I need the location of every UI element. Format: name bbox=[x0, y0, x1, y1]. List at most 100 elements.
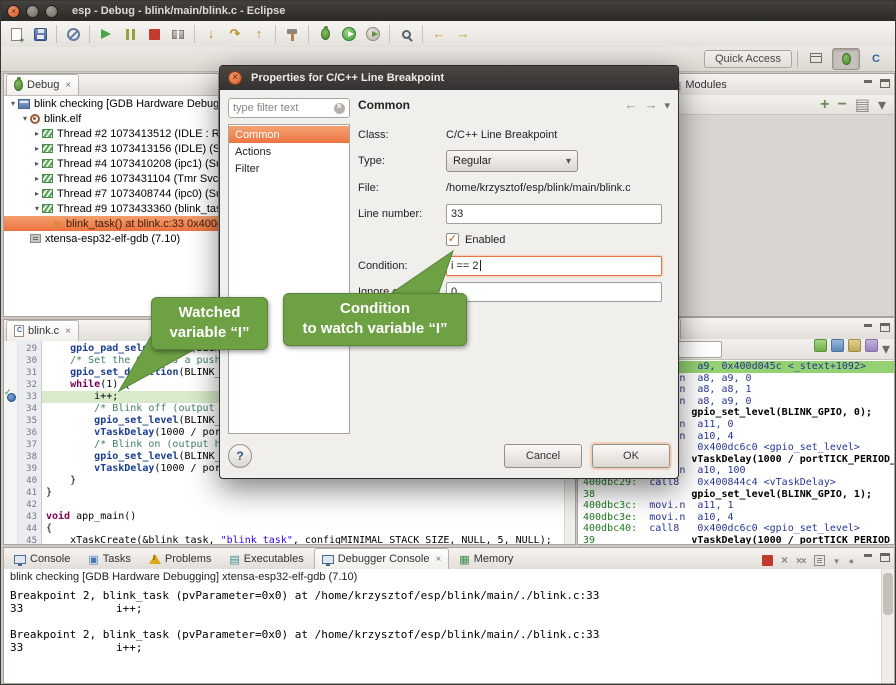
code-line[interactable]: void app_main() bbox=[46, 511, 565, 523]
maximize-icon[interactable] bbox=[880, 553, 890, 562]
tab-debugger-console[interactable]: Debugger Console× bbox=[314, 548, 450, 569]
tab-tasks[interactable]: Tasks bbox=[80, 548, 139, 569]
console-scrollbar[interactable] bbox=[881, 569, 894, 683]
view-menu-icon[interactable] bbox=[882, 339, 890, 359]
suspend-button[interactable] bbox=[119, 23, 141, 45]
breakpoint-marker[interactable]: ✓ bbox=[5, 391, 17, 403]
dialog-section-actions[interactable]: Actions bbox=[229, 143, 349, 160]
expander-icon[interactable]: ▸ bbox=[32, 129, 42, 138]
collapse-all-icon[interactable] bbox=[838, 96, 847, 114]
back-button[interactable] bbox=[428, 23, 450, 45]
skip-breakpoints-button[interactable] bbox=[62, 23, 84, 45]
build-button[interactable] bbox=[281, 23, 303, 45]
refresh-view-icon[interactable] bbox=[848, 339, 861, 352]
close-icon[interactable]: × bbox=[65, 80, 71, 91]
debug-tree-item[interactable]: ▸Thread #3 1073413156 (IDLE) (Suspended) bbox=[4, 141, 218, 156]
expander-icon[interactable]: ▸ bbox=[32, 144, 42, 153]
debug-tree-item[interactable]: ▸Thread #4 1073410208 (ipc1) (Suspended) bbox=[4, 156, 218, 171]
clear-filter-icon[interactable] bbox=[334, 103, 345, 114]
maximize-icon[interactable] bbox=[880, 323, 890, 332]
editor-gutter[interactable] bbox=[4, 341, 18, 544]
close-icon[interactable]: × bbox=[435, 554, 441, 565]
window-maximize-button[interactable] bbox=[45, 5, 58, 18]
disassembly-line[interactable]: 38 gpio_set_level(BLINK_GPIO, 1); bbox=[578, 489, 894, 501]
tab-console[interactable]: Console bbox=[6, 548, 78, 569]
remove-launch-icon[interactable] bbox=[781, 551, 788, 569]
terminate-icon[interactable] bbox=[762, 555, 773, 566]
search-button[interactable] bbox=[395, 23, 417, 45]
remove-all-icon[interactable] bbox=[796, 551, 806, 569]
new-button[interactable] bbox=[5, 23, 27, 45]
filter-input[interactable]: type filter text bbox=[228, 98, 350, 118]
forward-button[interactable] bbox=[452, 23, 474, 45]
ok-button[interactable]: OK bbox=[592, 444, 670, 468]
debug-perspective-button[interactable] bbox=[832, 48, 860, 70]
tab-debug[interactable]: Debug × bbox=[6, 74, 79, 95]
tab-problems[interactable]: Problems bbox=[141, 548, 219, 569]
expander-icon[interactable]: ▾ bbox=[32, 204, 42, 213]
expander-icon[interactable]: ▸ bbox=[32, 159, 42, 168]
code-line[interactable] bbox=[46, 499, 565, 511]
debug-button[interactable] bbox=[314, 23, 336, 45]
nav-forward-icon[interactable] bbox=[644, 96, 657, 114]
pin-console-icon[interactable] bbox=[849, 551, 854, 569]
expander-icon[interactable]: ▾ bbox=[20, 114, 30, 123]
quick-access-button[interactable]: Quick Access bbox=[704, 50, 792, 68]
step-return-button[interactable] bbox=[248, 23, 270, 45]
disconnect-button[interactable] bbox=[167, 23, 189, 45]
disassembly-line[interactable]: 400dbc3c: movi.n a11, 1 bbox=[578, 500, 894, 512]
open-new-view-icon[interactable] bbox=[865, 339, 878, 352]
scroll-lock-icon[interactable] bbox=[833, 551, 841, 569]
disassembly-line[interactable]: 400dbc3e: movi.n a10, 4 bbox=[578, 512, 894, 524]
terminate-button[interactable] bbox=[143, 23, 165, 45]
dialog-section-filter[interactable]: Filter bbox=[229, 160, 349, 177]
code-line[interactable]: } bbox=[46, 487, 565, 499]
disassembly-line[interactable]: 39 vTaskDelay(1000 / portTICK_PERIOD_MS)… bbox=[578, 535, 894, 544]
condition-input[interactable]: i == 2 bbox=[446, 256, 662, 276]
view-layout-icon[interactable] bbox=[855, 95, 870, 115]
help-button[interactable]: ? bbox=[228, 444, 252, 468]
debug-tree-item[interactable]: blink_task() at blink.c:33 0x400dbc16 bbox=[4, 216, 218, 231]
view-menu-icon[interactable] bbox=[878, 95, 886, 115]
maximize-icon[interactable] bbox=[880, 79, 890, 88]
debug-tree-item[interactable]: ▸Thread #2 1073413512 (IDLE : Running) bbox=[4, 126, 218, 141]
enabled-checkbox[interactable]: ✓ bbox=[446, 233, 459, 246]
debug-tree-item[interactable]: ▾blink.elf bbox=[4, 111, 218, 126]
tab-memory[interactable]: Memory bbox=[451, 548, 521, 569]
window-minimize-button[interactable] bbox=[26, 5, 39, 18]
expander-icon[interactable]: ▾ bbox=[8, 99, 18, 108]
step-over-button[interactable] bbox=[224, 23, 246, 45]
external-tools-button[interactable] bbox=[362, 23, 384, 45]
disassembly-line[interactable]: 400dbc40: call8 0x400dc6c0 <gpio_set_lev… bbox=[578, 523, 894, 535]
dialog-section-common[interactable]: Common bbox=[229, 126, 349, 143]
expander-icon[interactable]: ▸ bbox=[32, 189, 42, 198]
resume-button[interactable] bbox=[95, 23, 117, 45]
minimize-icon[interactable] bbox=[863, 553, 873, 562]
tab-executables[interactable]: Executables bbox=[221, 548, 311, 569]
nav-menu-icon[interactable] bbox=[664, 96, 670, 114]
minimize-icon[interactable] bbox=[863, 79, 873, 88]
debug-tree-item[interactable]: ▸Thread #6 1073431104 (Tmr Svc) (Suspend… bbox=[4, 171, 218, 186]
code-line[interactable]: { bbox=[46, 523, 565, 535]
minimize-icon[interactable] bbox=[863, 323, 873, 332]
type-dropdown[interactable]: Regular▾ bbox=[446, 150, 578, 172]
debug-tree-item[interactable]: ▾blink checking [GDB Hardware Debugging] bbox=[4, 96, 218, 111]
clear-console-icon[interactable] bbox=[814, 555, 825, 566]
debug-tree-item[interactable]: ▾Thread #9 1073433360 (blink_task) (Susp… bbox=[4, 201, 218, 216]
window-close-button[interactable]: × bbox=[7, 5, 20, 18]
cancel-button[interactable]: Cancel bbox=[504, 444, 582, 468]
expand-all-icon[interactable] bbox=[820, 96, 829, 114]
open-perspective-button[interactable] bbox=[803, 48, 829, 68]
line-number-input[interactable]: 33 bbox=[446, 204, 662, 224]
tab-blink-c[interactable]: blink.c × bbox=[6, 320, 79, 341]
ignore-count-input[interactable]: 0 bbox=[446, 282, 662, 302]
nav-back-icon[interactable] bbox=[624, 96, 637, 114]
debug-tree-item[interactable]: ▸Thread #7 1073408744 (ipc0) (Suspended) bbox=[4, 186, 218, 201]
sync-selection-icon[interactable] bbox=[831, 339, 844, 352]
run-button[interactable] bbox=[338, 23, 360, 45]
step-into-button[interactable] bbox=[200, 23, 222, 45]
code-line[interactable]: xTaskCreate(&blink_task, "blink_task", c… bbox=[46, 535, 565, 544]
console-output[interactable]: Breakpoint 2, blink_task (pvParameter=0x… bbox=[4, 587, 882, 683]
cpp-perspective-button[interactable] bbox=[863, 48, 889, 68]
close-icon[interactable]: × bbox=[65, 326, 71, 337]
